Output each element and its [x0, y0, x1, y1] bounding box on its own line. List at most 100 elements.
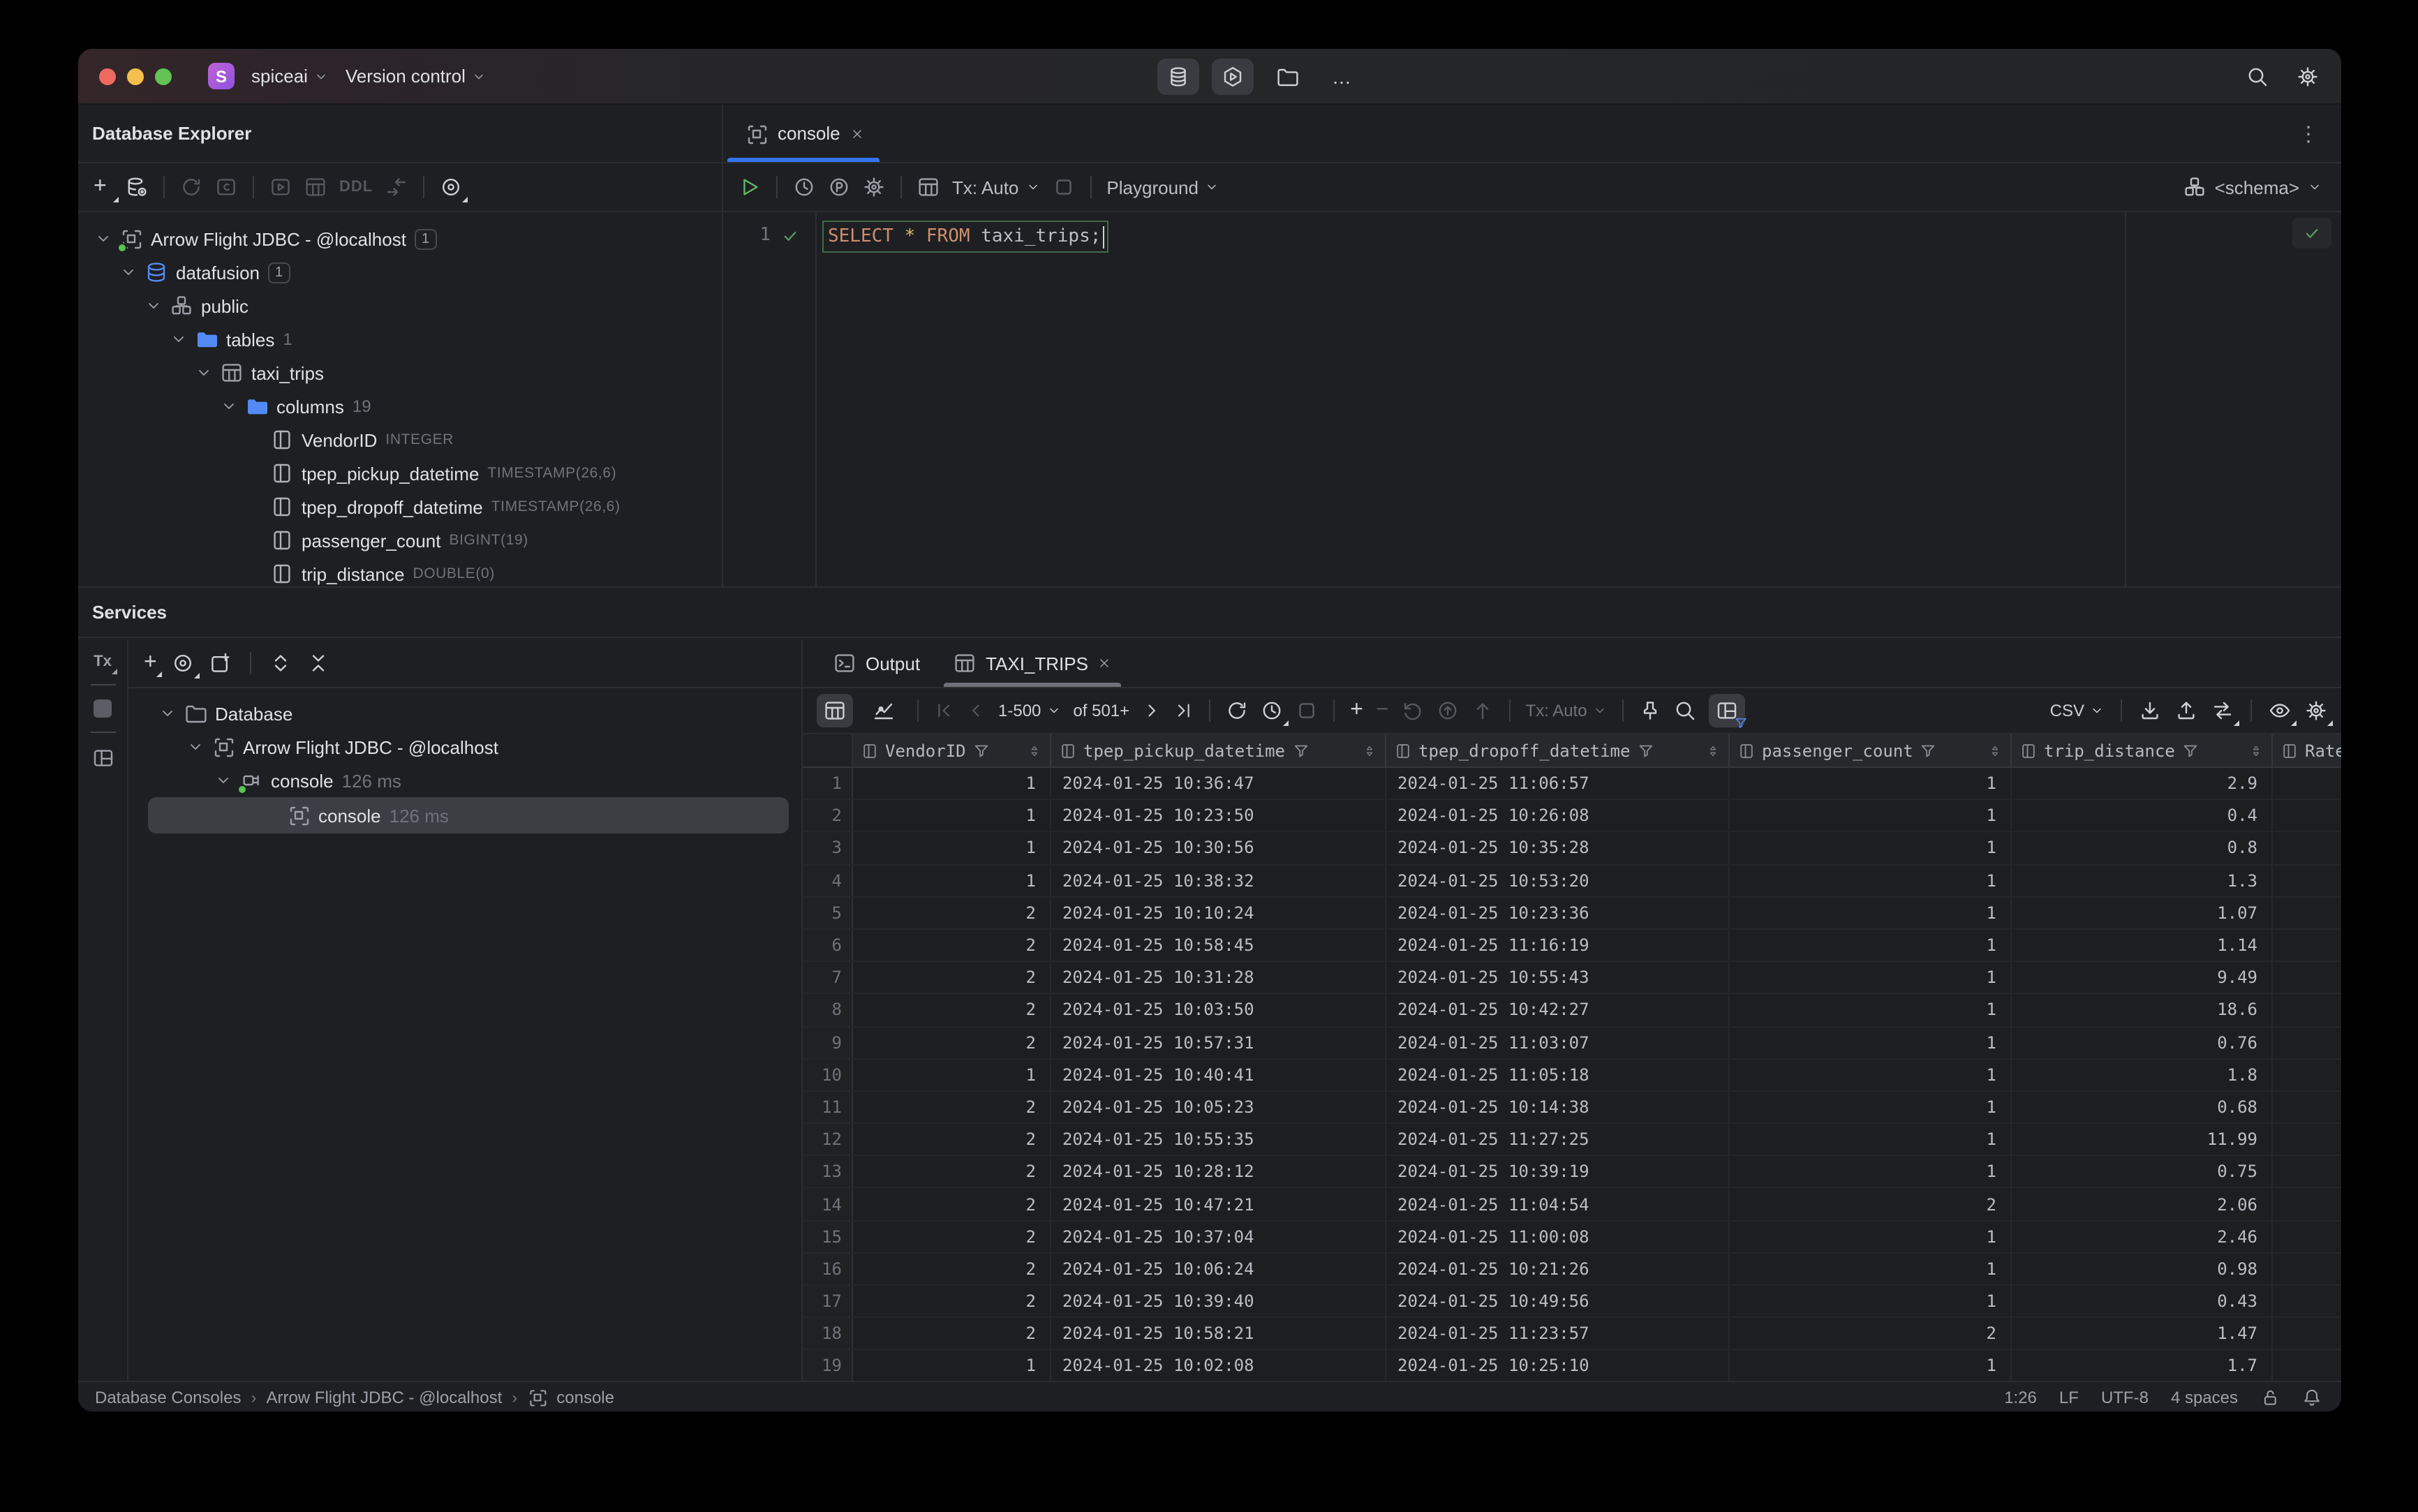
row-number[interactable]: 19	[803, 1350, 853, 1382]
cell-trip-distance[interactable]: 18.6	[2012, 994, 2273, 1025]
parameters-button[interactable]	[828, 176, 850, 198]
filter-funnel-icon[interactable]	[2182, 742, 2199, 759]
zoom-window-button[interactable]	[155, 68, 172, 84]
cell-trip-distance[interactable]: 2.46	[2012, 1221, 2273, 1252]
cell-vendorid[interactable]: 1	[853, 800, 1051, 831]
cell-vendorid[interactable]: 2	[853, 1124, 1051, 1155]
cell-dropoff-datetime[interactable]: 2024-01-25 10:14:38	[1386, 1091, 1730, 1123]
cell-rate[interactable]	[2273, 1124, 2341, 1155]
cell-dropoff-datetime[interactable]: 2024-01-25 10:21:26	[1386, 1253, 1730, 1284]
project-selector[interactable]: spiceai	[251, 66, 329, 87]
revert-changes-button[interactable]	[1402, 699, 1424, 722]
row-number[interactable]: 17	[803, 1286, 853, 1317]
chevron-down-icon[interactable]	[195, 364, 212, 381]
chevron-down-icon[interactable]	[95, 230, 112, 247]
cell-passenger-count[interactable]: 1	[1730, 929, 2012, 961]
cell-pickup-datetime[interactable]: 2024-01-25 10:39:40	[1051, 1286, 1386, 1317]
close-window-button[interactable]	[99, 68, 116, 84]
cell-passenger-count[interactable]: 1	[1730, 1091, 2012, 1123]
cell-pickup-datetime[interactable]: 2024-01-25 10:31:28	[1051, 962, 1386, 993]
datasource-settings-button[interactable]	[126, 176, 148, 198]
cell-vendorid[interactable]: 2	[853, 897, 1051, 928]
breadcrumb-console[interactable]: console	[556, 1387, 614, 1407]
find-in-grid-button[interactable]	[1674, 699, 1696, 722]
cell-dropoff-datetime[interactable]: 2024-01-25 10:26:08	[1386, 800, 1730, 831]
sort-icon[interactable]	[1363, 743, 1377, 757]
cell-pickup-datetime[interactable]: 2024-01-25 10:57:31	[1051, 1027, 1386, 1058]
console-settings-button[interactable]	[863, 176, 885, 198]
tree-item-datasource[interactable]: Arrow Flight JDBC - @localhost 1	[78, 222, 722, 255]
cell-rate[interactable]	[2273, 800, 2341, 831]
cell-vendorid[interactable]: 2	[853, 1286, 1051, 1317]
expand-all-button[interactable]	[270, 652, 292, 674]
cell-dropoff-datetime[interactable]: 2024-01-25 10:23:36	[1386, 897, 1730, 928]
delete-row-button[interactable]: −	[1376, 699, 1389, 721]
caret-position[interactable]: 1:26	[2004, 1387, 2037, 1407]
row-number[interactable]: 1	[803, 768, 853, 799]
cell-rate[interactable]	[2273, 1189, 2341, 1220]
cell-vendorid[interactable]: 1	[853, 832, 1051, 864]
cell-trip-distance[interactable]: 0.76	[2012, 1027, 2273, 1058]
browse-tables-button[interactable]	[917, 176, 940, 198]
tx-mode-selector[interactable]: Tx: Auto	[952, 177, 1039, 198]
view-settings-button[interactable]	[2269, 699, 2297, 726]
cell-trip-distance[interactable]: 1.14	[2012, 929, 2273, 961]
cell-passenger-count[interactable]: 1	[1730, 1286, 2012, 1317]
cell-vendorid[interactable]: 1	[853, 1350, 1051, 1382]
indent-setting[interactable]: 4 spaces	[2171, 1387, 2238, 1407]
row-number[interactable]: 8	[803, 994, 853, 1025]
cell-dropoff-datetime[interactable]: 2024-01-25 11:05:18	[1386, 1059, 1730, 1090]
playground-selector[interactable]: Playground	[1106, 177, 1219, 198]
cell-rate[interactable]	[2273, 898, 2341, 928]
cell-rate[interactable]	[2273, 865, 2341, 896]
cell-dropoff-datetime[interactable]: 2024-01-25 10:39:19	[1386, 1156, 1730, 1187]
cell-rate[interactable]	[2273, 1351, 2341, 1381]
project-files-button[interactable]	[1266, 59, 1308, 95]
cell-rate[interactable]	[2273, 1318, 2341, 1349]
cell-pickup-datetime[interactable]: 2024-01-25 10:03:50	[1051, 994, 1386, 1025]
search-everywhere-button[interactable]	[2246, 66, 2269, 88]
execute-button[interactable]	[739, 176, 761, 198]
first-page-button[interactable]	[934, 701, 954, 720]
cell-pickup-datetime[interactable]: 2024-01-25 10:02:08	[1051, 1350, 1386, 1382]
cell-passenger-count[interactable]: 1	[1730, 994, 2012, 1025]
tree-item-schema[interactable]: public	[78, 289, 722, 323]
cell-passenger-count[interactable]: 1	[1730, 1059, 2012, 1090]
cell-rate[interactable]	[2273, 962, 2341, 993]
sort-icon[interactable]	[1028, 743, 1041, 757]
page-size-selector[interactable]: 1-500	[998, 701, 1060, 720]
tab-taxi-trips[interactable]: TAXI_TRIPS	[937, 639, 1129, 687]
cell-passenger-count[interactable]: 1	[1730, 1221, 2012, 1252]
row-number[interactable]: 18	[803, 1318, 853, 1349]
tree-item-column[interactable]: passenger_count BIGINT(19)	[78, 524, 722, 557]
chevron-down-icon[interactable]	[170, 331, 187, 348]
layout-stripe-button[interactable]	[91, 747, 114, 769]
import-data-button[interactable]	[2175, 699, 2197, 722]
cell-vendorid[interactable]: 2	[853, 1221, 1051, 1252]
cell-rate[interactable]	[2273, 1286, 2341, 1317]
cell-passenger-count[interactable]: 1	[1730, 768, 2012, 799]
sort-icon[interactable]	[2249, 743, 2263, 757]
cell-rate[interactable]	[2273, 1059, 2341, 1090]
row-number[interactable]: 13	[803, 1156, 853, 1187]
auto-refresh-button[interactable]	[1261, 699, 1289, 726]
row-number[interactable]: 10	[803, 1059, 853, 1090]
compare-button[interactable]	[2211, 699, 2239, 726]
cell-pickup-datetime[interactable]: 2024-01-25 10:58:45	[1051, 929, 1386, 961]
cell-pickup-datetime[interactable]: 2024-01-25 10:23:50	[1051, 800, 1386, 831]
cell-pickup-datetime[interactable]: 2024-01-25 10:06:24	[1051, 1253, 1386, 1284]
cell-rate[interactable]	[2273, 1027, 2341, 1058]
cell-trip-distance[interactable]: 11.99	[2012, 1124, 2273, 1155]
cell-dropoff-datetime[interactable]: 2024-01-25 10:25:10	[1386, 1350, 1730, 1382]
header-passenger-count[interactable]: passenger_count	[1730, 734, 2012, 766]
cell-dropoff-datetime[interactable]: 2024-01-25 10:42:27	[1386, 994, 1730, 1025]
pin-tab-button[interactable]	[1639, 699, 1661, 722]
submit-button[interactable]	[1471, 699, 1494, 722]
last-page-button[interactable]	[1174, 701, 1194, 720]
cell-trip-distance[interactable]: 1.47	[2012, 1318, 2273, 1349]
chevron-down-icon[interactable]	[215, 772, 232, 789]
cell-trip-distance[interactable]: 1.3	[2012, 865, 2273, 896]
minimize-window-button[interactable]	[127, 68, 144, 84]
row-number[interactable]: 7	[803, 962, 853, 993]
row-number[interactable]: 9	[803, 1027, 853, 1058]
